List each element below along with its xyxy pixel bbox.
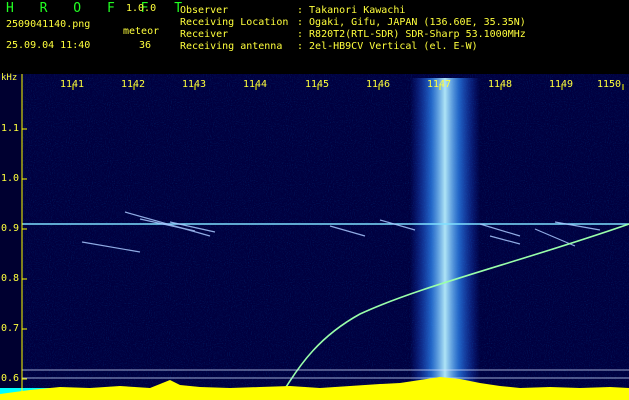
x-tick-label: 1146 bbox=[366, 79, 391, 90]
y-tick-label: 1.1 bbox=[1, 123, 20, 134]
receiver-label: Receiver bbox=[180, 29, 229, 40]
app-logo: H R O F F T bbox=[6, 1, 192, 16]
x-tick-label: 1142 bbox=[121, 79, 146, 90]
spectrogram-plot bbox=[0, 74, 629, 400]
y-unit-label: kHz bbox=[1, 73, 18, 83]
observer-label: Observer bbox=[180, 5, 229, 16]
carrier-band bbox=[410, 78, 480, 394]
meteor-label: meteor bbox=[123, 26, 160, 37]
x-tick-label: 1150 bbox=[597, 79, 622, 90]
antenna-label: Receiving antenna bbox=[180, 41, 283, 52]
location-value: : Ogaki, Gifu, JAPAN (136.60E, 35.35N) bbox=[297, 17, 526, 28]
x-tick-label: 1144 bbox=[243, 79, 268, 90]
capture-filename: 2509041140.png bbox=[6, 19, 91, 30]
antenna-value: : 2el-HB9CV Vertical (el. E-W) bbox=[297, 41, 478, 52]
x-tick-label: 1145 bbox=[305, 79, 330, 90]
y-tick-label: 0.7 bbox=[1, 323, 20, 334]
app-version: 1.0.0 bbox=[126, 3, 157, 14]
x-tick-label: 1143 bbox=[182, 79, 207, 90]
x-tick-label: 1148 bbox=[488, 79, 513, 90]
receiver-value: : R820T2(RTL-SDR) SDR-Sharp 53.1000MHz bbox=[297, 29, 526, 40]
observer-value: : Takanori Kawachi bbox=[297, 5, 406, 16]
y-tick-label: 0.9 bbox=[1, 223, 20, 234]
meteor-count: 36 bbox=[139, 40, 152, 51]
x-tick-label: 1141 bbox=[60, 79, 85, 90]
noise-texture bbox=[22, 74, 629, 400]
y-tick-label: 1.0 bbox=[1, 173, 20, 184]
capture-datetime: 25.09.04 11:40 bbox=[6, 40, 91, 51]
y-tick-label: 0.8 bbox=[1, 273, 20, 284]
x-tick-label: 1147 bbox=[427, 79, 452, 90]
y-tick-label: 0.6 bbox=[1, 373, 20, 384]
location-label: Receiving Location bbox=[180, 17, 289, 28]
x-tick-label: 1149 bbox=[549, 79, 574, 90]
header-panel: H R O F F T 1.0.0 2509041140.png meteor … bbox=[0, 0, 629, 74]
